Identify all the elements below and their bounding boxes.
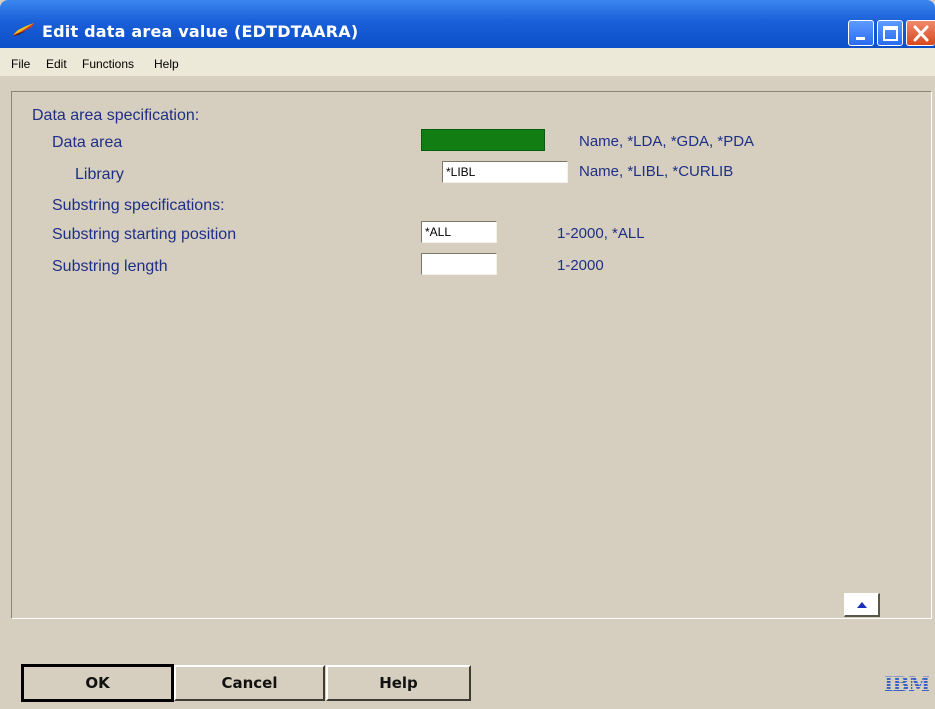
maximize-button[interactable]: [877, 20, 903, 46]
substring-length-label: Substring length: [52, 258, 168, 275]
close-button[interactable]: [906, 20, 935, 46]
data-area-input[interactable]: [421, 129, 545, 151]
library-label: Library: [75, 166, 124, 183]
arrow-up-icon: [857, 602, 867, 608]
window-title: Edit data area value (EDTDTAARA): [42, 22, 359, 41]
minimize-icon: [856, 37, 865, 40]
ibm-logo: IBM: [884, 672, 930, 696]
app-icon: [13, 23, 34, 36]
ok-button[interactable]: OK: [21, 664, 174, 702]
library-hint: Name, *LIBL, *CURLIB: [579, 163, 734, 180]
menu-bar: [0, 48, 935, 76]
close-icon: [913, 25, 929, 42]
edtdtaara-window: Edit data area value (EDTDTAARA) File Ed…: [0, 0, 935, 709]
menu-file[interactable]: File: [11, 57, 30, 71]
substring-start-label: Substring starting position: [52, 226, 237, 243]
menu-edit[interactable]: Edit: [46, 57, 67, 71]
cancel-button[interactable]: Cancel: [174, 665, 325, 701]
data-area-label: Data area: [52, 134, 123, 151]
library-input[interactable]: *LIBL: [442, 161, 568, 183]
minimize-button[interactable]: [848, 20, 874, 46]
substring-start-hint: 1-2000, *ALL: [557, 225, 645, 242]
help-button[interactable]: Help: [326, 665, 471, 701]
menu-functions[interactable]: Functions: [82, 57, 134, 71]
substring-length-input[interactable]: [421, 253, 497, 275]
menu-help[interactable]: Help: [154, 57, 179, 71]
section-heading: Data area specification:: [32, 107, 200, 124]
data-area-hint: Name, *LDA, *GDA, *PDA: [579, 133, 755, 150]
substring-heading: Substring specifications:: [52, 197, 225, 214]
substring-length-hint: 1-2000: [557, 257, 604, 274]
title-bar[interactable]: Edit data area value (EDTDTAARA): [0, 0, 935, 48]
scroll-up-button[interactable]: [844, 593, 880, 617]
maximize-icon: [883, 26, 898, 41]
substring-start-input[interactable]: *ALL: [421, 221, 497, 243]
